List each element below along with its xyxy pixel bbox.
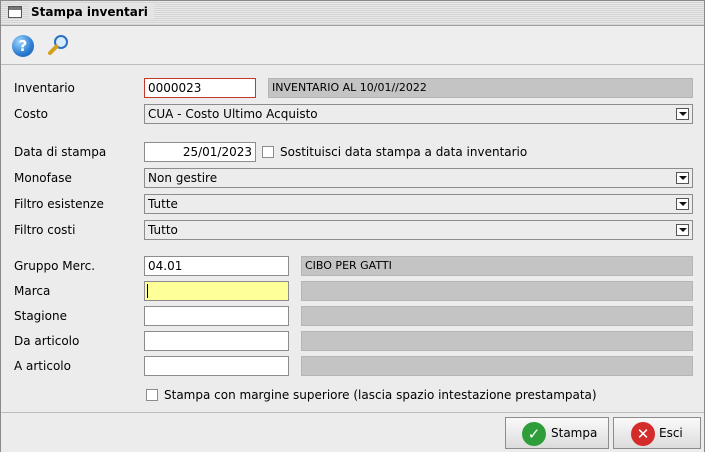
label-marca: Marca <box>14 284 51 298</box>
label-filtro-esistenze: Filtro esistenze <box>14 197 104 211</box>
costo-select[interactable]: CUA - Costo Ultimo Acquisto <box>144 104 693 124</box>
label-gruppo-merc: Gruppo Merc. <box>14 259 96 273</box>
window: Stampa inventari ? Inventario 0000023 IN… <box>0 0 705 452</box>
inventario-description: INVENTARIO AL 10/01//2022 <box>268 78 693 98</box>
filtro-esistenze-select[interactable]: Tutte <box>144 194 693 214</box>
gruppo-merc-input[interactable]: 04.01 <box>144 256 289 276</box>
data-stampa-input[interactable]: 25/01/2023 <box>144 142 256 162</box>
da-articolo-input[interactable] <box>144 331 289 351</box>
esci-button[interactable]: ✕ Esci <box>613 417 701 449</box>
search-icon[interactable] <box>47 33 71 57</box>
check-icon: ✓ <box>522 422 546 446</box>
stagione-input[interactable] <box>144 306 289 326</box>
margine-checkbox[interactable] <box>146 389 158 401</box>
chevron-down-icon[interactable] <box>676 198 689 210</box>
label-stagione: Stagione <box>14 309 67 323</box>
stampa-button-label: Stampa <box>551 426 598 440</box>
window-icon <box>8 6 22 18</box>
a-articolo-description <box>301 356 693 376</box>
label-da-articolo: Da articolo <box>14 334 80 348</box>
close-icon: ✕ <box>631 422 655 446</box>
margine-label: Stampa con margine superiore (lascia spa… <box>164 388 597 402</box>
label-inventario: Inventario <box>14 81 75 95</box>
stagione-description <box>301 306 693 326</box>
text-cursor <box>147 284 148 298</box>
monofase-select[interactable]: Non gestire <box>144 168 693 188</box>
filtro-costi-select-value: Tutto <box>148 223 178 237</box>
sostituisci-data-checkbox[interactable] <box>262 146 274 158</box>
monofase-select-value: Non gestire <box>148 171 218 185</box>
chevron-down-icon[interactable] <box>676 172 689 184</box>
marca-description <box>301 281 693 301</box>
a-articolo-input[interactable] <box>144 356 289 376</box>
label-monofase: Monofase <box>14 171 72 185</box>
da-articolo-description <box>301 331 693 351</box>
costo-select-value: CUA - Costo Ultimo Acquisto <box>148 107 318 121</box>
title-bar: Stampa inventari <box>1 1 704 26</box>
stampa-button[interactable]: ✓ Stampa <box>505 417 609 449</box>
label-filtro-costi: Filtro costi <box>14 223 76 237</box>
label-costo: Costo <box>14 107 49 121</box>
filtro-esistenze-select-value: Tutte <box>148 197 178 211</box>
gruppo-merc-description: CIBO PER GATTI <box>301 256 693 276</box>
label-a-articolo: A articolo <box>14 359 71 373</box>
filtro-costi-select[interactable]: Tutto <box>144 220 693 240</box>
button-bar: ✓ Stampa ✕ Esci <box>1 412 704 452</box>
chevron-down-icon[interactable] <box>676 224 689 236</box>
marca-input[interactable] <box>144 281 289 301</box>
inventario-input[interactable]: 0000023 <box>144 78 256 98</box>
sostituisci-data-label: Sostituisci data stampa a data inventari… <box>280 145 528 159</box>
help-icon[interactable]: ? <box>12 35 34 57</box>
esci-button-label: Esci <box>659 426 683 440</box>
window-title: Stampa inventari <box>29 4 154 20</box>
chevron-down-icon[interactable] <box>676 108 689 120</box>
label-data-stampa: Data di stampa <box>14 145 107 159</box>
toolbar: ? <box>1 26 704 65</box>
